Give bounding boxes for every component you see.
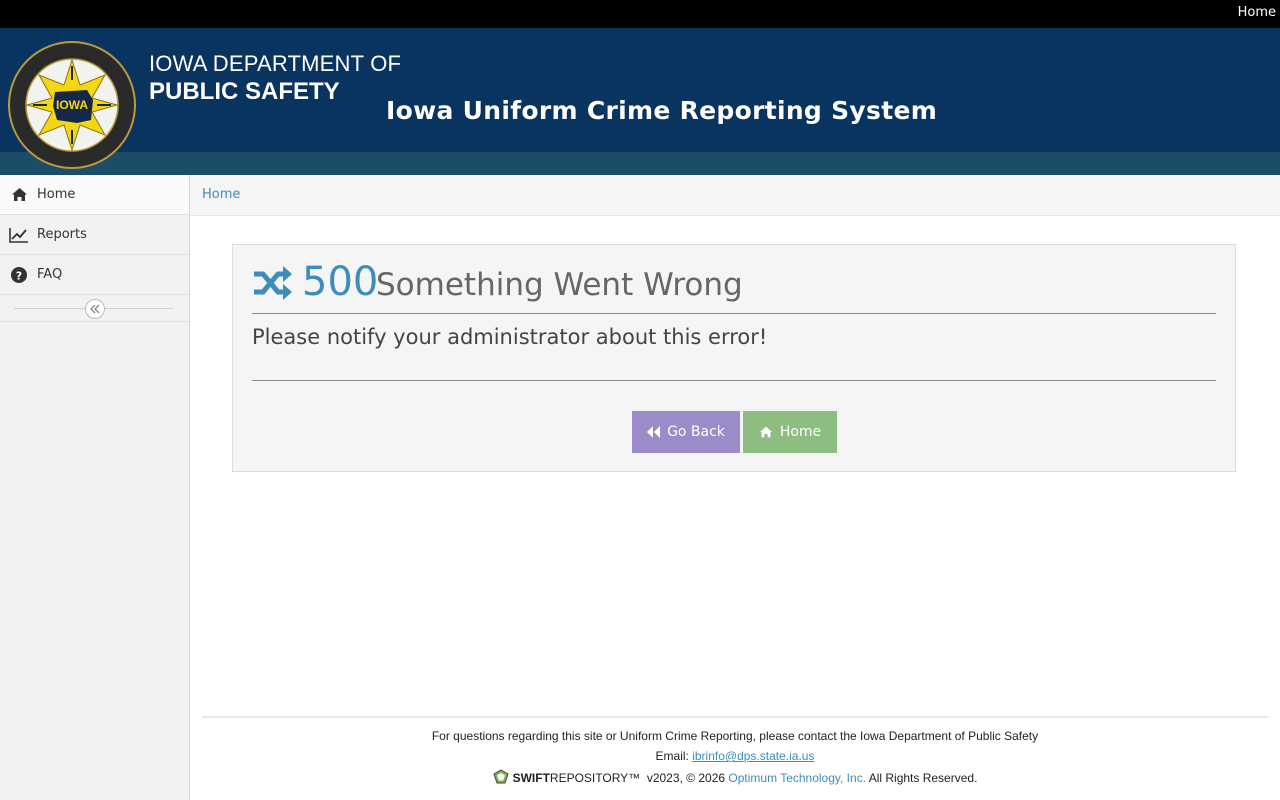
footer-company-link[interactable]: Optimum Technology, Inc. xyxy=(728,771,866,785)
footer-email-link[interactable]: ibrinfo@dps.state.ia.us xyxy=(692,749,814,763)
home-button[interactable]: Home xyxy=(743,411,837,453)
sidebar-collapse-button[interactable] xyxy=(85,299,105,319)
footer-brand-rest: REPOSITORY™ xyxy=(549,771,641,785)
breadcrumb: Home xyxy=(190,175,1280,216)
sidebar-item-home[interactable]: Home xyxy=(0,175,189,215)
footer-email-line: Email: ibrinfo@dps.state.ia.us xyxy=(190,749,1280,763)
sidebar-item-label: Home xyxy=(37,187,76,202)
department-name-line2: PUBLIC SAFETY xyxy=(149,78,340,105)
svg-text:?: ? xyxy=(16,269,22,282)
home-button-label: Home xyxy=(779,424,822,440)
top-home-link[interactable]: Home xyxy=(1238,5,1276,20)
footer-version: v2023, © 2026 xyxy=(646,771,726,785)
footer-copyright-line: SWIFTREPOSITORY™ v2023, © 2026 Optimum T… xyxy=(190,769,1280,785)
error-panel: 500 Something Went Wrong Please notify y… xyxy=(232,244,1236,472)
footer-brand-bold: SWIFT xyxy=(512,771,550,785)
home-icon xyxy=(9,185,29,205)
error-divider-bottom xyxy=(252,380,1216,381)
sidebar-collapse-row xyxy=(0,295,189,322)
breadcrumb-home-link[interactable]: Home xyxy=(202,187,240,202)
error-message: Please notify your administrator about t… xyxy=(252,325,768,349)
top-bar: Home xyxy=(0,0,1280,28)
go-back-button[interactable]: Go Back xyxy=(632,411,740,453)
sidebar-item-label: FAQ xyxy=(37,267,63,282)
system-title: Iowa Uniform Crime Reporting System xyxy=(386,96,938,125)
sidebar: Home Reports ? FAQ xyxy=(0,175,190,800)
header-strip xyxy=(0,152,1280,175)
department-name-line1: IOWA DEPARTMENT OF xyxy=(149,51,402,76)
random-shuffle-icon xyxy=(254,266,292,300)
department-seal-logo: IOWA xyxy=(8,41,136,169)
sidebar-item-reports[interactable]: Reports xyxy=(0,215,189,255)
footer-contact-text: For questions regarding this site or Uni… xyxy=(431,729,1039,743)
swift-repository-logo-icon xyxy=(492,769,509,784)
error-code: 500 xyxy=(302,259,379,305)
error-divider-top xyxy=(252,313,1216,314)
footer-email-label: Email: xyxy=(655,749,689,763)
footer-rights: All Rights Reserved. xyxy=(868,771,978,785)
go-back-label: Go Back xyxy=(667,424,725,440)
sidebar-item-label: Reports xyxy=(37,227,87,242)
backward-icon xyxy=(647,426,661,438)
home-icon xyxy=(759,426,772,438)
line-chart-icon xyxy=(9,225,29,245)
error-title: Something Went Wrong xyxy=(376,267,743,303)
question-circle-icon: ? xyxy=(9,265,29,285)
footer-divider xyxy=(202,716,1268,718)
double-chevron-left-icon xyxy=(90,304,100,314)
sidebar-item-faq[interactable]: ? FAQ xyxy=(0,255,189,295)
seal-center-text: IOWA xyxy=(56,98,88,112)
